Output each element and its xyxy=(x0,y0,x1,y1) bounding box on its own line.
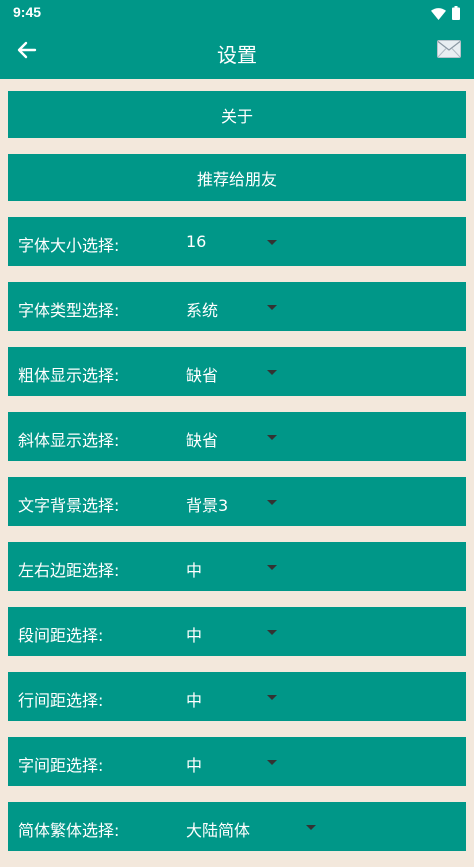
dropdown-arrow-icon xyxy=(267,500,277,505)
setting-italic: 斜体显示选择: 缺省 xyxy=(8,412,466,461)
spinner-value: 缺省 xyxy=(186,366,219,385)
dropdown-arrow-icon xyxy=(267,565,277,570)
mail-button[interactable] xyxy=(436,39,462,63)
status-bar: 9:45 xyxy=(0,0,474,25)
setting-bold: 粗体显示选择: 缺省 xyxy=(8,347,466,396)
setting-label: 简体繁体选择: xyxy=(18,821,120,840)
italic-spinner[interactable]: 缺省 xyxy=(180,412,290,461)
setting-label: 粗体显示选择: xyxy=(18,366,120,385)
spinner-value: 中 xyxy=(186,561,203,580)
char-spacing-spinner[interactable]: 中 xyxy=(180,737,290,786)
dropdown-arrow-icon xyxy=(267,630,277,635)
setting-font-type: 字体类型选择: 系统 xyxy=(8,282,466,331)
background-spinner[interactable]: 背景3 xyxy=(180,477,290,526)
dropdown-arrow-icon xyxy=(267,760,277,765)
font-size-spinner[interactable]: 16 xyxy=(180,217,290,266)
setting-char-spacing: 字间距选择: 中 xyxy=(8,737,466,786)
dropdown-arrow-icon xyxy=(267,435,277,440)
setting-label: 字体类型选择: xyxy=(18,301,120,320)
setting-side-margin: 左右边距选择: 中 xyxy=(8,542,466,591)
recommend-button[interactable]: 推荐给朋友 xyxy=(8,154,466,201)
setting-label: 字体大小选择: xyxy=(18,236,120,255)
dropdown-arrow-icon xyxy=(306,825,316,830)
spinner-value: 16 xyxy=(186,232,207,251)
spinner-value: 中 xyxy=(186,691,203,710)
spinner-value: 系统 xyxy=(186,301,219,320)
setting-font-size: 字体大小选择: 16 xyxy=(8,217,466,266)
side-margin-spinner[interactable]: 中 xyxy=(180,542,290,591)
wifi-icon xyxy=(431,5,446,24)
setting-label: 段间距选择: xyxy=(18,626,104,645)
envelope-icon xyxy=(437,40,461,62)
spinner-value: 缺省 xyxy=(186,431,219,450)
setting-label: 左右边距选择: xyxy=(18,561,120,580)
page-title: 设置 xyxy=(217,43,257,67)
setting-paragraph-spacing: 段间距选择: 中 xyxy=(8,607,466,656)
app-bar: 设置 xyxy=(0,25,474,79)
about-button[interactable]: 关于 xyxy=(8,91,466,138)
status-icons xyxy=(431,5,460,24)
setting-line-spacing: 行间距选择: 中 xyxy=(8,672,466,721)
dropdown-arrow-icon xyxy=(267,240,277,245)
dropdown-arrow-icon xyxy=(267,695,277,700)
dropdown-arrow-icon xyxy=(267,370,277,375)
font-type-spinner[interactable]: 系统 xyxy=(180,282,290,331)
battery-icon xyxy=(452,5,460,24)
spinner-value: 背景3 xyxy=(186,496,229,515)
setting-label: 斜体显示选择: xyxy=(18,431,120,450)
setting-label: 行间距选择: xyxy=(18,691,104,710)
spinner-value: 中 xyxy=(186,756,203,775)
setting-background: 文字背景选择: 背景3 xyxy=(8,477,466,526)
dropdown-arrow-icon xyxy=(267,305,277,310)
line-spacing-spinner[interactable]: 中 xyxy=(180,672,290,721)
spinner-value: 中 xyxy=(186,626,203,645)
settings-content: 关于 推荐给朋友 字体大小选择: 16 字体类型选择: 系统 粗体显示选择: 缺… xyxy=(8,91,466,867)
setting-label: 文字背景选择: xyxy=(18,496,120,515)
setting-label: 字间距选择: xyxy=(18,756,104,775)
bold-spinner[interactable]: 缺省 xyxy=(180,347,290,396)
status-time: 9:45 xyxy=(13,4,42,20)
paragraph-spacing-spinner[interactable]: 中 xyxy=(180,607,290,656)
spinner-value: 大陆简体 xyxy=(186,821,251,840)
